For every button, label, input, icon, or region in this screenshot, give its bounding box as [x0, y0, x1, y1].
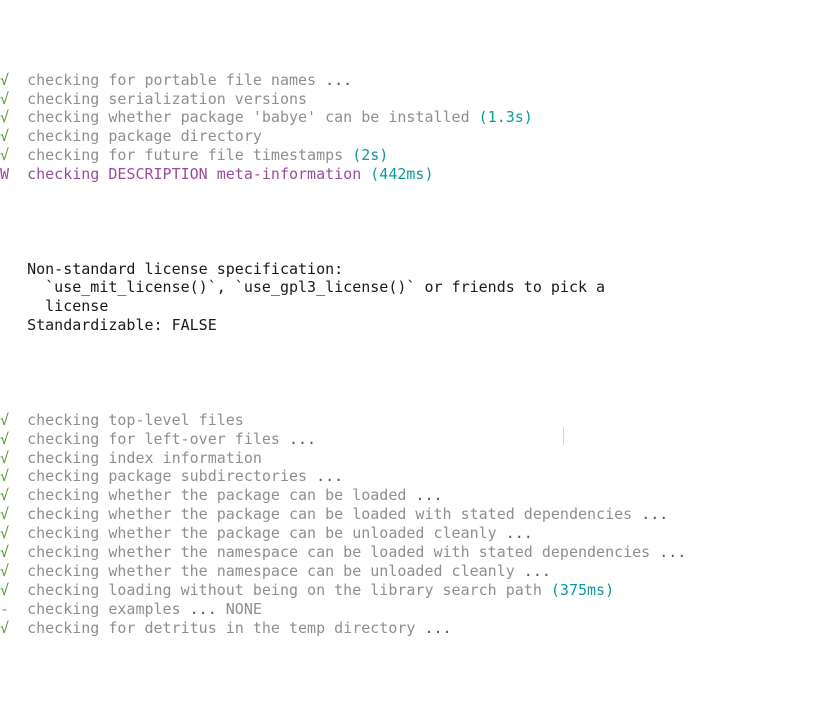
check-line-gap	[9, 430, 27, 448]
check-line-label: checking whether the namespace can be lo…	[27, 543, 660, 562]
check-line-gap	[9, 90, 27, 108]
check-line: √ checking for future file timestamps (2…	[0, 146, 830, 165]
check-line: √ checking serialization versions	[0, 90, 830, 109]
check-ok-icon: √	[0, 524, 10, 543]
check-line: √ checking for portable file names ...	[0, 71, 830, 90]
check-line-label: checking serialization versions	[27, 89, 308, 108]
check-line: √ checking whether the namespace can be …	[0, 543, 830, 562]
check-line-label: checking for future file timestamps	[27, 146, 353, 165]
check-line-gap	[9, 108, 27, 126]
check-line: √ checking whether the package can be lo…	[0, 505, 830, 524]
warning-detail-line: license	[0, 297, 109, 316]
check-line-label: checking DESCRIPTION meta-information	[27, 165, 371, 184]
warning-detail-line: `use_mit_license()`, `use_gpl3_license()…	[0, 278, 606, 297]
check-line-gap	[9, 71, 27, 89]
warning-detail-line: Standardizable: FALSE	[0, 316, 217, 335]
check-line-label: checking top-level files	[27, 410, 244, 429]
check-line: √ checking top-level files	[0, 411, 830, 430]
check-ok-icon: √	[0, 486, 10, 505]
check-line: W checking DESCRIPTION meta-information …	[0, 165, 830, 184]
check-line-gap	[9, 467, 27, 485]
check-line: √ checking loading without being on the …	[0, 581, 830, 600]
check-ok-icon: √	[0, 448, 10, 467]
check-line-label: checking whether the package can be load…	[27, 486, 416, 505]
check-line-ellipsis: ...	[659, 543, 687, 562]
check-line-gap	[9, 146, 27, 164]
check-line-label: checking for portable file names	[27, 70, 326, 89]
check-line-label: checking whether package 'babye' can be …	[27, 108, 479, 127]
check-ok-icon: √	[0, 410, 10, 429]
check-ok-icon: √	[0, 505, 10, 524]
check-ok-icon: √	[0, 618, 10, 637]
check-ok-icon: √	[0, 146, 10, 165]
r-console-output[interactable]: √ checking for portable file names ... √ …	[0, 0, 830, 725]
check-line-gap	[9, 581, 27, 599]
check-line-label: checking whether the package can be unlo…	[27, 524, 506, 543]
check-line-group-top: √ checking for portable file names ... √ …	[0, 71, 830, 184]
check-line-label: checking for detritus in the temp direct…	[27, 618, 425, 637]
check-ok-icon: √	[0, 108, 10, 127]
check-line-gap	[9, 562, 27, 580]
check-line-group-bottom: √ checking top-level files √ checking for…	[0, 411, 830, 638]
check-line-ellipsis: ...	[641, 505, 669, 524]
check-line-label: checking index information	[27, 448, 262, 467]
check-line-label: checking whether the namespace can be un…	[27, 561, 524, 580]
check-line-label: checking loading without being on the li…	[27, 580, 551, 599]
console-scroll-content: √ checking for portable file names ... √ …	[0, 0, 830, 725]
check-line-ellipsis: ...	[289, 429, 317, 448]
check-line-label: checking for left-over files	[27, 429, 289, 448]
check-line-timing: (442ms)	[370, 165, 434, 184]
check-ok-icon: √	[0, 89, 10, 108]
check-line: √ checking whether the package can be lo…	[0, 486, 830, 505]
check-line: √ checking package subdirectories ...	[0, 467, 830, 486]
check-ok-icon: √	[0, 70, 10, 89]
check-line: √ checking whether package 'babye' can b…	[0, 108, 830, 127]
warning-detail-top: Non-standard license specification: `use…	[0, 260, 830, 336]
check-line-ellipsis: ...	[316, 467, 344, 486]
check-line: √ checking whether the package can be un…	[0, 524, 830, 543]
check-line-gap	[9, 600, 27, 618]
check-line-gap	[9, 127, 27, 145]
check-line-timing: (1.3s)	[478, 108, 533, 127]
check-line-gap	[9, 486, 27, 504]
check-line-gap	[9, 165, 27, 183]
check-ok-icon: √	[0, 467, 10, 486]
check-line: √ checking for detritus in the temp dire…	[0, 619, 830, 638]
check-ok-icon: √	[0, 543, 10, 562]
check-line-ellipsis: ...	[523, 561, 551, 580]
check-line-label: checking examples	[27, 599, 190, 618]
check-line-label: checking whether the package can be load…	[27, 505, 642, 524]
check-line-timing: (2s)	[352, 146, 389, 165]
check-line: √ checking index information	[0, 449, 830, 468]
mouse-text-caret	[563, 427, 564, 445]
check-line-gap	[9, 449, 27, 467]
check-line-timing: (375ms)	[550, 580, 615, 599]
check-ok-icon: √	[0, 561, 10, 580]
check-line: √ checking whether the namespace can be …	[0, 562, 830, 581]
check-ok-icon: √	[0, 429, 10, 448]
check-line-ellipsis: ...	[505, 524, 533, 543]
check-skipped-icon: -	[0, 599, 10, 618]
check-line-ellipsis: ...	[424, 618, 452, 637]
check-ok-icon: √	[0, 580, 10, 599]
check-warning-icon: W	[0, 165, 10, 184]
check-line: √ checking package directory	[0, 127, 830, 146]
check-line-gap	[9, 619, 27, 637]
check-line-label: checking package subdirectories	[27, 467, 317, 486]
check-line: √ checking for left-over files ...	[0, 430, 830, 449]
check-line-gap	[9, 505, 27, 523]
check-line-ellipsis: ...	[189, 599, 217, 618]
warning-detail-line: Non-standard license specification:	[0, 259, 344, 278]
check-line-result: NONE	[216, 599, 262, 618]
check-line-ellipsis: ...	[415, 486, 443, 505]
check-line-ellipsis: ...	[325, 70, 353, 89]
check-line-gap	[9, 543, 27, 561]
check-line-gap	[9, 524, 27, 542]
check-line-gap	[9, 411, 27, 429]
check-line: - checking examples ... NONE	[0, 600, 830, 619]
check-ok-icon: √	[0, 127, 10, 146]
check-line-label: checking package directory	[27, 127, 262, 146]
